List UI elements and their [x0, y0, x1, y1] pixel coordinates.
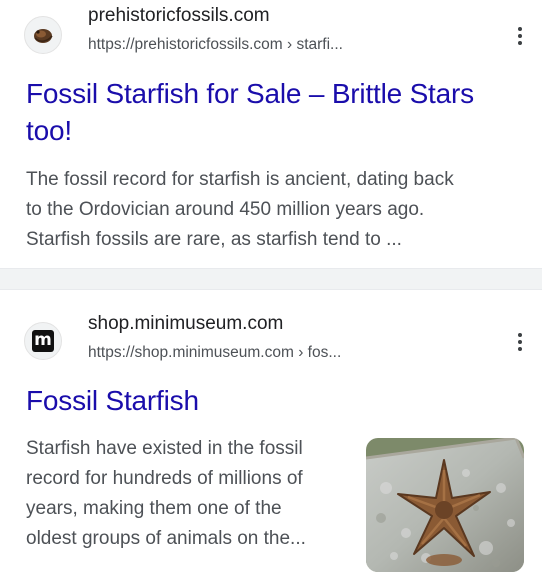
result-divider — [0, 268, 542, 290]
result-title: Fossil Starfish — [26, 385, 199, 416]
site-name: prehistoricfossils.com — [88, 5, 270, 26]
snippet-line: The fossil record for starfish is ancien… — [26, 169, 454, 190]
site-url-domain: https://prehistoricfossils.com — [88, 36, 283, 53]
more-options-icon[interactable] — [508, 326, 532, 358]
more-options-icon[interactable] — [508, 20, 532, 52]
minimuseum-logo-icon: m — [24, 322, 62, 360]
result-title-link[interactable]: Fossil Starfish — [26, 382, 522, 419]
snippet-line: to the Ordovician around 450 million yea… — [26, 199, 425, 220]
site-url-path: › fos... — [293, 344, 342, 361]
site-url-domain: https://shop.minimuseum.com — [88, 344, 294, 361]
site-url-path: › starfi... — [282, 36, 343, 53]
result-source[interactable]: m shop.minimuseum.com https://shop.minim… — [24, 310, 524, 370]
site-url: https://shop.minimuseum.com › fos... — [88, 344, 341, 362]
result-title-line-1: Fossil Starfish for Sale – Brittle Stars — [26, 78, 474, 109]
result-snippet: Starfish have existed in the fossil reco… — [26, 434, 356, 554]
search-result-1: prehistoricfossils.com https://prehistor… — [0, 0, 542, 268]
snippet-line: years, making them one of the — [26, 498, 282, 519]
trilobite-logo-icon — [24, 16, 62, 54]
site-name: shop.minimuseum.com — [88, 313, 284, 334]
snippet-line: Starfish fossils are rare, as starfish t… — [26, 229, 402, 250]
result-snippet: The fossil record for starfish is ancien… — [26, 165, 526, 255]
snippet-line: oldest groups of animals on the... — [26, 528, 306, 549]
site-url: https://prehistoricfossils.com › starfi.… — [88, 36, 343, 54]
search-result-2: m shop.minimuseum.com https://shop.minim… — [0, 290, 542, 572]
search-results-page: prehistoricfossils.com https://prehistor… — [0, 0, 542, 572]
snippet-line: Starfish have existed in the fossil — [26, 438, 303, 459]
result-title-link[interactable]: Fossil Starfish for Sale – Brittle Stars… — [26, 75, 522, 149]
snippet-line: record for hundreds of millions of — [26, 468, 303, 489]
favicon-letter: m — [34, 329, 52, 350]
starfish-fossil-image[interactable] — [366, 438, 524, 572]
result-source[interactable]: prehistoricfossils.com https://prehistor… — [24, 4, 524, 64]
result-title-line-2: too! — [26, 115, 72, 146]
